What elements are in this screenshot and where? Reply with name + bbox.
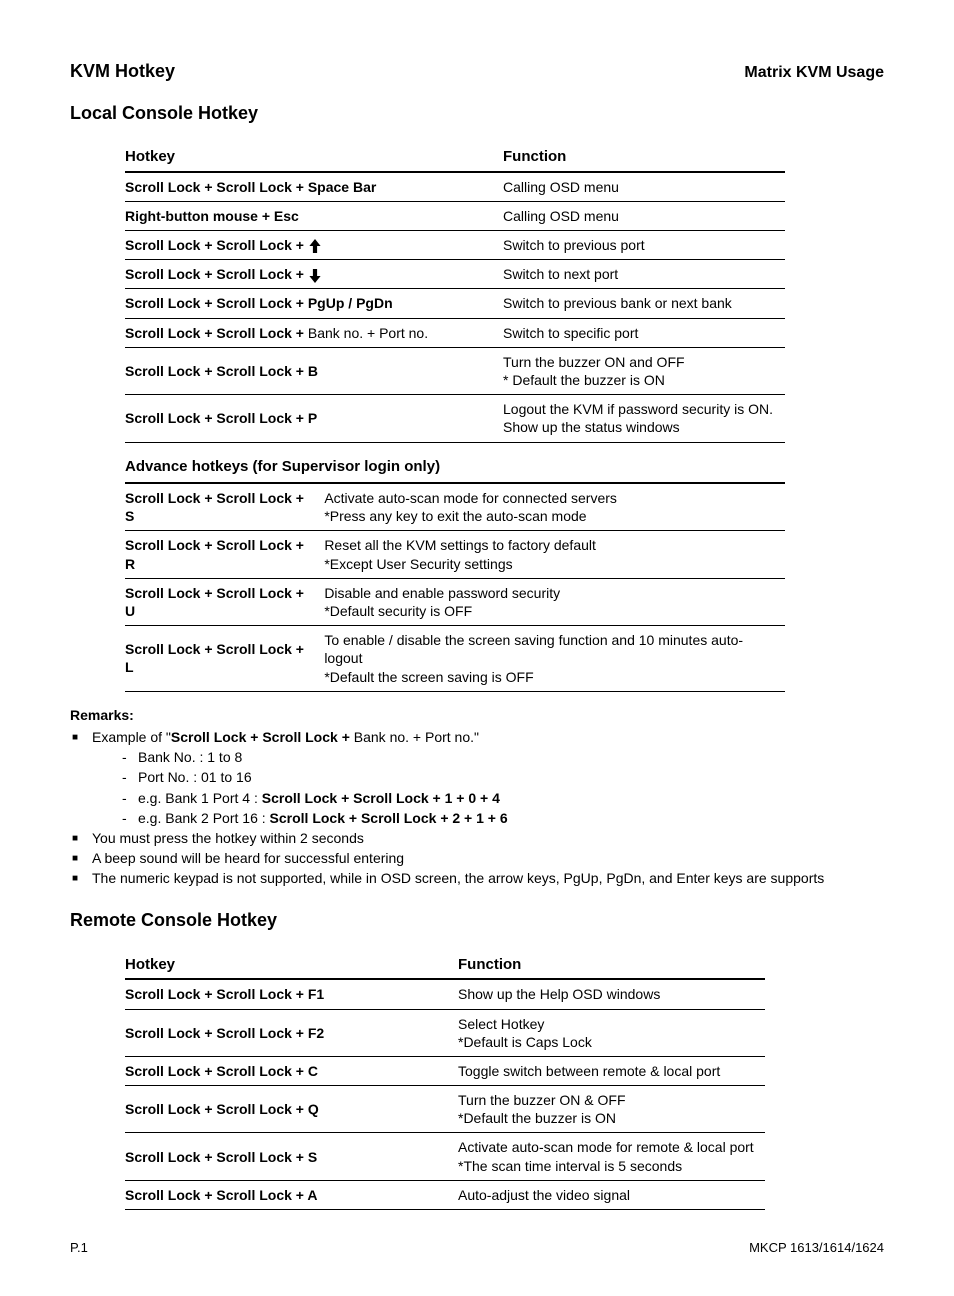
section-title-local: Local Console Hotkey [70, 102, 884, 125]
hotkey-cell: Scroll Lock + Scroll Lock + Q [125, 1086, 458, 1133]
hotkey-cell: Scroll Lock + Scroll Lock + S [125, 1133, 458, 1180]
function-cell: Activate auto-scan mode for connected se… [324, 483, 785, 531]
table-row: Scroll Lock + Scroll Lock + UDisable and… [125, 578, 785, 625]
hotkey-cell: Scroll Lock + Scroll Lock + S [125, 483, 324, 531]
page-number: P.1 [70, 1240, 88, 1255]
remark-eg1: e.g. Bank 1 Port 4 : Scroll Lock + Scrol… [122, 789, 884, 807]
table-row: Scroll Lock + Scroll Lock + F2Select Hot… [125, 1009, 765, 1056]
local-hotkey-table: Hotkey Function Scroll Lock + Scroll Loc… [125, 143, 785, 442]
hotkey-cell: Scroll Lock + Scroll Lock + A [125, 1180, 458, 1209]
hotkey-cell: Scroll Lock + Scroll Lock + [125, 260, 503, 289]
table-row: Scroll Lock + Scroll Lock + QTurn the bu… [125, 1086, 765, 1133]
table-row: Scroll Lock + Scroll Lock + Bank no. + P… [125, 318, 785, 347]
table-row: Scroll Lock + Scroll Lock + BTurn the bu… [125, 347, 785, 394]
hotkey-cell: Scroll Lock + Scroll Lock + F2 [125, 1009, 458, 1056]
remote-hotkey-table: Hotkey Function Scroll Lock + Scroll Loc… [125, 951, 765, 1210]
table-row: Scroll Lock + Scroll Lock + AAuto-adjust… [125, 1180, 765, 1209]
table-row: Scroll Lock + Scroll Lock + Space BarCal… [125, 172, 785, 202]
remark-bank: Bank No. : 1 to 8 [122, 748, 884, 766]
remark-beep: A beep sound will be heard for successfu… [70, 849, 884, 867]
remark-example: Example of "Scroll Lock + Scroll Lock + … [70, 728, 884, 827]
function-cell: Switch to specific port [503, 318, 785, 347]
table-row: Scroll Lock + Scroll Lock + LTo enable /… [125, 626, 785, 692]
page-header: KVM Hotkey Matrix KVM Usage [70, 60, 884, 84]
table-row: Right-button mouse + EscCalling OSD menu [125, 201, 785, 230]
hotkey-cell: Scroll Lock + Scroll Lock + P [125, 395, 503, 442]
table-row: Scroll Lock + Scroll Lock + SActivate au… [125, 1133, 765, 1180]
table-row: Scroll Lock + Scroll Lock + PgUp / PgDnS… [125, 289, 785, 318]
hotkey-cell: Scroll Lock + Scroll Lock + PgUp / PgDn [125, 289, 503, 318]
table-row: Scroll Lock + Scroll Lock + CToggle swit… [125, 1056, 765, 1085]
function-cell: Turn the buzzer ON and OFF* Default the … [503, 347, 785, 394]
hotkey-cell: Scroll Lock + Scroll Lock + B [125, 347, 503, 394]
remarks-title: Remarks: [70, 706, 884, 724]
model-number: MKCP 1613/1614/1624 [749, 1240, 884, 1257]
table-row: Scroll Lock + Scroll Lock + RReset all t… [125, 531, 785, 578]
remark-port: Port No. : 01 to 16 [122, 768, 884, 786]
function-cell: Calling OSD menu [503, 201, 785, 230]
th-function-remote: Function [458, 951, 765, 980]
function-cell: Turn the buzzer ON & OFF*Default the buz… [458, 1086, 765, 1133]
th-function: Function [503, 143, 785, 172]
function-cell: Switch to previous port [503, 231, 785, 260]
function-cell: Calling OSD menu [503, 172, 785, 202]
advance-hotkeys-title: Advance hotkeys (for Supervisor login on… [70, 457, 884, 477]
function-cell: Select Hotkey*Default is Caps Lock [458, 1009, 765, 1056]
arrow-down-icon [308, 265, 322, 283]
th-hotkey: Hotkey [125, 143, 503, 172]
hotkey-cell: Scroll Lock + Scroll Lock + R [125, 531, 324, 578]
hotkey-cell: Scroll Lock + Scroll Lock + L [125, 626, 324, 692]
header-left: KVM Hotkey [70, 60, 175, 83]
function-cell: Reset all the KVM settings to factory de… [324, 531, 785, 578]
remarks-list: Example of "Scroll Lock + Scroll Lock + … [70, 728, 884, 888]
function-cell: Auto-adjust the video signal [458, 1180, 765, 1209]
section-title-remote: Remote Console Hotkey [70, 909, 884, 932]
table-row: Scroll Lock + Scroll Lock + SActivate au… [125, 483, 785, 531]
table-row: Scroll Lock + Scroll Lock + F1Show up th… [125, 979, 765, 1009]
function-cell: Logout the KVM if password security is O… [503, 395, 785, 442]
hotkey-cell: Scroll Lock + Scroll Lock + U [125, 578, 324, 625]
function-cell: Disable and enable password security*Def… [324, 578, 785, 625]
hotkey-cell: Right-button mouse + Esc [125, 201, 503, 230]
function-cell: Switch to next port [503, 260, 785, 289]
hotkey-cell: Scroll Lock + Scroll Lock + Bank no. + P… [125, 318, 503, 347]
hotkey-cell: Scroll Lock + Scroll Lock + [125, 231, 503, 260]
arrow-up-icon [308, 236, 322, 254]
function-cell: Toggle switch between remote & local por… [458, 1056, 765, 1085]
hotkey-cell: Scroll Lock + Scroll Lock + F1 [125, 979, 458, 1009]
table-row: Scroll Lock + Scroll Lock + PLogout the … [125, 395, 785, 442]
function-cell: Show up the Help OSD windows [458, 979, 765, 1009]
hotkey-cell: Scroll Lock + Scroll Lock + C [125, 1056, 458, 1085]
remark-numpad: The numeric keypad is not supported, whi… [70, 869, 884, 887]
remark-2sec: You must press the hotkey within 2 secon… [70, 829, 884, 847]
remark-eg2: e.g. Bank 2 Port 16 : Scroll Lock + Scro… [122, 809, 884, 827]
table-row: Scroll Lock + Scroll Lock + Switch to pr… [125, 231, 785, 260]
function-cell: Switch to previous bank or next bank [503, 289, 785, 318]
table-row: Scroll Lock + Scroll Lock + Switch to ne… [125, 260, 785, 289]
hotkey-cell: Scroll Lock + Scroll Lock + Space Bar [125, 172, 503, 202]
page-footer: P.1 MKCP 1613/1614/1624 [70, 1240, 884, 1256]
function-cell: Activate auto-scan mode for remote & loc… [458, 1133, 765, 1180]
advance-hotkey-table: Scroll Lock + Scroll Lock + SActivate au… [125, 482, 785, 692]
function-cell: To enable / disable the screen saving fu… [324, 626, 785, 692]
header-right: Matrix KVM Usage [744, 63, 884, 84]
th-hotkey-remote: Hotkey [125, 951, 458, 980]
